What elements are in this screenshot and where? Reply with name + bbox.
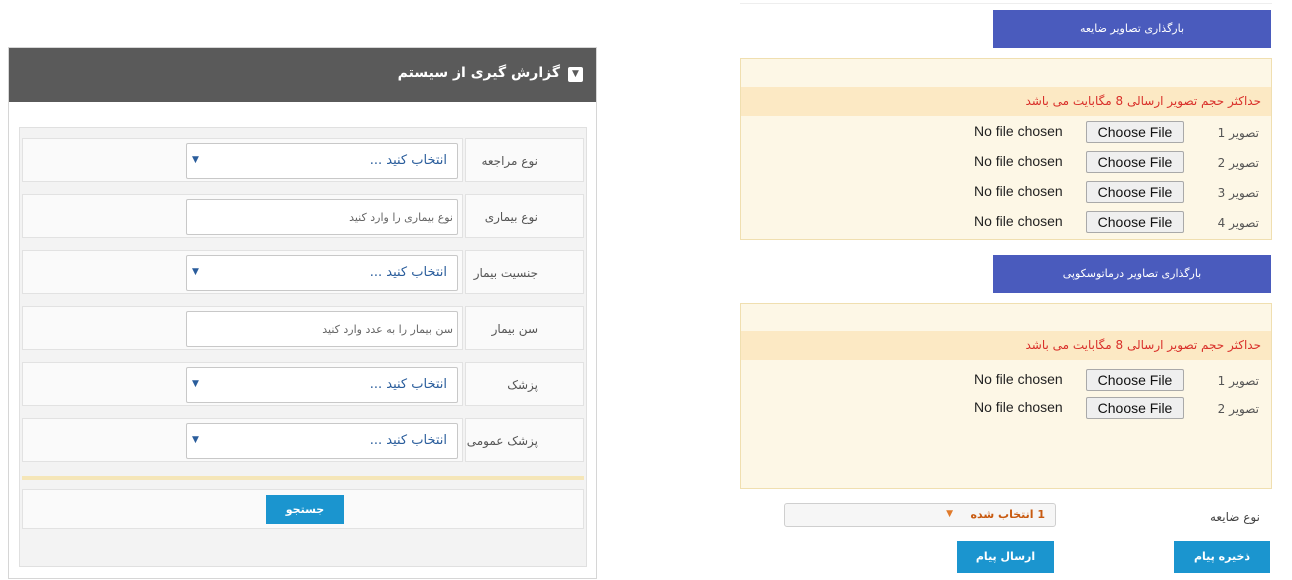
lesion-type-label: نوع ضایعه — [1210, 510, 1260, 524]
choose-file-button[interactable]: Choose File — [1086, 181, 1184, 203]
specialist-select[interactable]: انتخاب کنید ... ▼ — [186, 367, 458, 403]
field-cell: انتخاب کنید ... ▼ — [22, 138, 463, 182]
select-value: 1 انتخاب شده — [970, 508, 1045, 521]
size-warning: حداکثر حجم تصویر ارسالی 8 مگابایت می باش… — [741, 87, 1271, 116]
no-file-text: No file chosen — [974, 399, 1063, 415]
visit-type-select[interactable]: انتخاب کنید ... ▼ — [186, 143, 458, 179]
form-row-visit-type: انتخاب کنید ... ▼ نوع مراجعه — [22, 138, 584, 182]
divider — [22, 476, 584, 480]
dermatoscopy-upload-box: حداکثر حجم تصویر ارسالی 8 مگابایت می باش… — [740, 303, 1272, 489]
no-file-text: No file chosen — [974, 183, 1063, 199]
dropdown-arrow-icon: ▼ — [192, 379, 199, 389]
general-physician-select[interactable]: انتخاب کنید ... ▼ — [186, 423, 458, 459]
send-message-button[interactable]: ارسال پیام — [957, 541, 1054, 573]
report-panel: ▼ گزارش گیری از سیستم انتخاب کنید ... ▼ … — [8, 47, 597, 579]
choose-file-button[interactable]: Choose File — [1086, 211, 1184, 233]
file-row: تصویر 3 Choose File No file chosen — [741, 181, 1271, 205]
report-header: ▼ گزارش گیری از سیستم — [9, 48, 596, 102]
dropdown-arrow-icon: ▼ — [192, 435, 199, 445]
choose-file-button[interactable]: Choose File — [1086, 397, 1184, 419]
no-file-text: No file chosen — [974, 123, 1063, 139]
report-form: انتخاب کنید ... ▼ نوع مراجعه نوع بیماری … — [19, 127, 587, 567]
tab-lesion-images[interactable]: بارگذاری تصاویر ضایعه — [993, 10, 1271, 48]
patient-age-input[interactable] — [186, 311, 458, 347]
dropdown-arrow-icon: ▼ — [192, 267, 199, 277]
choose-file-button[interactable]: Choose File — [1086, 151, 1184, 173]
field-cell: انتخاب کنید ... ▼ — [22, 362, 463, 406]
dropdown-arrow-icon: ▼ — [946, 509, 953, 519]
search-button[interactable]: جستجو — [266, 495, 344, 524]
file-row: تصویر 2 Choose File No file chosen — [741, 397, 1271, 421]
field-label: نوع مراجعه — [465, 138, 584, 182]
no-file-text: No file chosen — [974, 153, 1063, 169]
field-cell: انتخاب کنید ... ▼ — [22, 250, 463, 294]
form-row-specialist: انتخاب کنید ... ▼ پزشک متخصص — [22, 362, 584, 436]
lesion-upload-box: حداکثر حجم تصویر ارسالی 8 مگابایت می باش… — [740, 58, 1272, 240]
file-row: تصویر 1 Choose File No file chosen — [741, 369, 1271, 393]
select-value: انتخاب کنید ... — [369, 265, 447, 280]
field-cell — [22, 306, 463, 350]
field-cell: انتخاب کنید ... ▼ — [22, 418, 463, 462]
no-file-text: No file chosen — [974, 213, 1063, 229]
save-message-button[interactable]: ذخیره پیام — [1174, 541, 1270, 573]
chevron-down-icon[interactable]: ▼ — [568, 67, 583, 82]
select-value: انتخاب کنید ... — [369, 153, 447, 168]
form-row-patient-age: سن بیمار — [22, 306, 584, 350]
form-row-disease-type: نوع بیماری — [22, 194, 584, 238]
image-label: تصویر 1 — [1217, 374, 1259, 388]
file-row: تصویر 1 Choose File No file chosen — [741, 121, 1271, 145]
lesion-type-select[interactable]: 1 انتخاب شده ▼ — [784, 503, 1056, 527]
image-label: تصویر 1 — [1217, 126, 1259, 140]
disease-type-input[interactable] — [186, 199, 458, 235]
image-label: تصویر 3 — [1217, 186, 1259, 200]
file-row: تصویر 2 Choose File No file chosen — [741, 151, 1271, 175]
select-value: انتخاب کنید ... — [369, 433, 447, 448]
choose-file-button[interactable]: Choose File — [1086, 369, 1184, 391]
search-row: جستجو — [22, 489, 584, 529]
image-label: تصویر 2 — [1217, 156, 1259, 170]
no-file-text: No file chosen — [974, 371, 1063, 387]
size-warning: حداکثر حجم تصویر ارسالی 8 مگابایت می باش… — [741, 331, 1271, 360]
report-title: گزارش گیری از سیستم — [397, 65, 560, 81]
field-cell — [22, 194, 463, 238]
field-label: جنسیت بیمار — [465, 250, 584, 294]
form-row-patient-gender: انتخاب کنید ... ▼ جنسیت بیمار — [22, 250, 584, 294]
divider — [740, 3, 1272, 4]
field-label: سن بیمار — [465, 306, 584, 350]
file-row: تصویر 4 Choose File No file chosen — [741, 211, 1271, 235]
select-value: انتخاب کنید ... — [369, 377, 447, 392]
tab-dermatoscopy-images[interactable]: بارگذاری تصاویر درماتوسکوپی — [993, 255, 1271, 293]
dropdown-arrow-icon: ▼ — [192, 155, 199, 165]
field-label: پزشک متخصص — [465, 362, 584, 436]
image-label: تصویر 4 — [1217, 216, 1259, 230]
field-label: پزشک عمومی — [465, 418, 584, 462]
field-label: نوع بیماری — [465, 194, 584, 238]
image-label: تصویر 2 — [1217, 402, 1259, 416]
form-row-general-physician: انتخاب کنید ... ▼ پزشک عمومی — [22, 418, 584, 462]
choose-file-button[interactable]: Choose File — [1086, 121, 1184, 143]
patient-gender-select[interactable]: انتخاب کنید ... ▼ — [186, 255, 458, 291]
